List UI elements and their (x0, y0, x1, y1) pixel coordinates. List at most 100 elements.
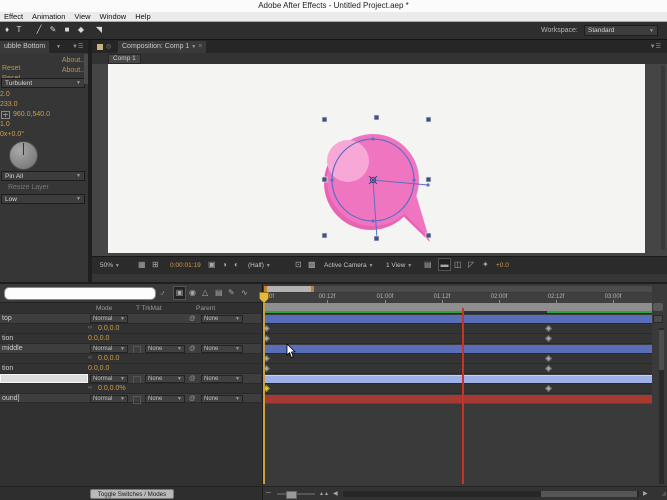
parent-select[interactable]: None ▼ (201, 345, 243, 353)
property-row[interactable]: ∞ 0.0,0.0 (0, 323, 261, 333)
type-tool-icon[interactable]: T (13, 24, 25, 36)
layer-name[interactable]: ound] (2, 395, 20, 402)
line-tool-icon[interactable]: ╱ (33, 24, 45, 36)
chevron-down-icon[interactable]: ▼ (191, 44, 196, 50)
keyframe[interactable] (544, 354, 553, 363)
pixel-aspect-icon[interactable]: ▤ (424, 259, 432, 270)
expression-icon[interactable]: ∞ (88, 385, 92, 391)
navigator-start-handle[interactable] (264, 286, 267, 292)
property-row[interactable]: tion 0.0,0.0 (0, 363, 261, 373)
clone-stamp-tool-icon[interactable]: ■ (61, 24, 73, 36)
brainstorm-icon[interactable]: ✎ (228, 287, 235, 298)
column-trkmat[interactable]: T TrkMat (136, 305, 162, 312)
amount-value[interactable]: 2.0 (0, 91, 10, 98)
complexity-value[interactable]: 1.0 (0, 121, 10, 128)
shy-toggle-icon[interactable]: ⍻ (160, 287, 164, 298)
property-row[interactable]: tion 0.0,0.0 (0, 333, 261, 343)
speech-bubble-shape[interactable] (315, 112, 439, 246)
panel-menu-icon[interactable]: ▼☰ (72, 43, 83, 50)
pickwhip-icon[interactable]: @ (189, 315, 196, 322)
panel-menu-icon[interactable]: ▼☰ (650, 43, 661, 50)
timeline-button-icon[interactable]: ◫ (454, 259, 462, 270)
pen-tool-icon[interactable]: ♦ (1, 24, 13, 36)
magnification-select[interactable]: 50% ▼ (100, 262, 120, 269)
zoom-in-mountain-icon[interactable]: ▲▲ (319, 489, 329, 500)
track-row[interactable] (262, 353, 652, 363)
zoom-slider-handle[interactable] (286, 491, 297, 499)
track-row[interactable] (262, 363, 652, 373)
layer-duration-bar-background[interactable] (264, 395, 652, 404)
close-icon[interactable]: × (198, 43, 202, 50)
tab-effect-controls[interactable]: ubble Bottom (0, 41, 50, 53)
track-row[interactable] (262, 323, 652, 333)
comp-marker-button[interactable] (653, 303, 663, 311)
trkmat-select[interactable]: None ▼ (145, 375, 185, 383)
expression-icon[interactable]: ∞ (88, 325, 92, 331)
search-input[interactable] (4, 287, 156, 300)
property-name[interactable]: tion (2, 365, 13, 372)
time-navigator-handle[interactable] (264, 286, 314, 292)
track-row[interactable] (262, 333, 652, 343)
brush-tool-icon[interactable]: ✎ (47, 24, 59, 36)
grid-guides-icon[interactable]: ▦ (138, 259, 146, 270)
vertical-scrollbar[interactable] (659, 328, 664, 484)
property-row[interactable]: ∞ 0.0,0.0 (0, 353, 261, 363)
keyframe[interactable] (544, 384, 553, 393)
effect-about-link[interactable]: About... (62, 67, 86, 74)
blend-mode-select[interactable]: Normal ▼ (90, 345, 128, 353)
chevron-down-icon[interactable]: ▼ (56, 44, 61, 50)
lock-icon[interactable]: ◎ (106, 43, 111, 50)
layer-row-selected[interactable]: Bottom Normal▼ None▼ @ None▼ (0, 373, 261, 390)
size-value[interactable]: 233.0 (0, 101, 18, 108)
parent-select[interactable]: None ▼ (201, 395, 243, 403)
keyframe[interactable] (544, 334, 553, 343)
region-of-interest-icon[interactable]: ⊡ (295, 259, 302, 270)
resolution-select[interactable]: (Half) ▼ (248, 262, 271, 269)
zoom-out-icon[interactable]: ─ (266, 488, 271, 499)
property-name[interactable]: tion (2, 335, 13, 342)
effect-panel-scrollbar[interactable] (84, 54, 88, 84)
trkmat-select[interactable]: None ▼ (145, 395, 185, 403)
frame-blend-icon[interactable]: △ (202, 287, 208, 298)
keyframe[interactable] (544, 364, 553, 373)
scroll-left-icon[interactable]: ◀ (333, 489, 338, 500)
pickwhip-icon[interactable]: @ (189, 375, 196, 382)
evolution-dial[interactable] (9, 141, 38, 170)
trkmat-select[interactable]: None ▼ (145, 345, 185, 353)
viewer-scrollbar[interactable] (661, 66, 665, 250)
current-time-display[interactable]: 0:00:01:19 (170, 262, 201, 269)
menu-help[interactable]: Help (135, 12, 150, 21)
pinning-select[interactable]: Pin All ▼ (1, 171, 85, 181)
navigator-end-handle[interactable] (311, 286, 314, 292)
puppet-pin-tool-icon[interactable]: ◥ (93, 24, 105, 36)
breadcrumb[interactable]: Comp 1 (108, 54, 141, 64)
property-value[interactable]: 0.0,0.0 (88, 365, 109, 372)
antialiasing-select[interactable]: Low ▼ (1, 194, 85, 204)
resize-grip-icon[interactable]: ◢ (661, 489, 666, 500)
motion-blur-icon[interactable]: ▤ (215, 287, 223, 298)
transparency-grid-icon[interactable]: ▩ (308, 259, 316, 270)
track-row[interactable] (263, 343, 652, 354)
pickwhip-icon[interactable]: @ (189, 345, 196, 352)
displacement-select[interactable]: Turbulent ▼ (1, 78, 85, 88)
preserve-transparency-checkbox[interactable] (133, 396, 141, 404)
layer-row[interactable]: ound] Normal ▼ None ▼ @ None ▼ (0, 393, 261, 404)
menu-effect[interactable]: Effect (4, 12, 23, 21)
time-navigator-track[interactable] (264, 286, 652, 292)
property-value[interactable]: 0.0,0.0 (98, 355, 119, 362)
horizontal-scrollbar[interactable] (343, 491, 639, 497)
menu-animation[interactable]: Animation (32, 12, 65, 21)
menu-view[interactable]: View (74, 12, 90, 21)
track-row[interactable] (263, 393, 652, 404)
reset-exposure-icon[interactable]: ✦ (482, 259, 489, 270)
point-picker-icon[interactable] (1, 111, 10, 119)
blend-mode-select[interactable]: Normal ▼ (90, 315, 128, 323)
workspace-select[interactable]: Standard ▼ (584, 25, 658, 36)
live-update-icon[interactable]: ▣ (173, 286, 186, 300)
property-value[interactable]: 0.0,0.0 (98, 325, 119, 332)
pickwhip-icon[interactable]: @ (189, 395, 196, 402)
graph-editor-icon[interactable]: ∿ (241, 287, 248, 298)
column-mode[interactable]: Mode (96, 305, 112, 312)
layer-name[interactable]: middle (2, 345, 23, 352)
layer-row[interactable]: middle Normal ▼ None ▼ @ None ▼ (0, 343, 261, 354)
